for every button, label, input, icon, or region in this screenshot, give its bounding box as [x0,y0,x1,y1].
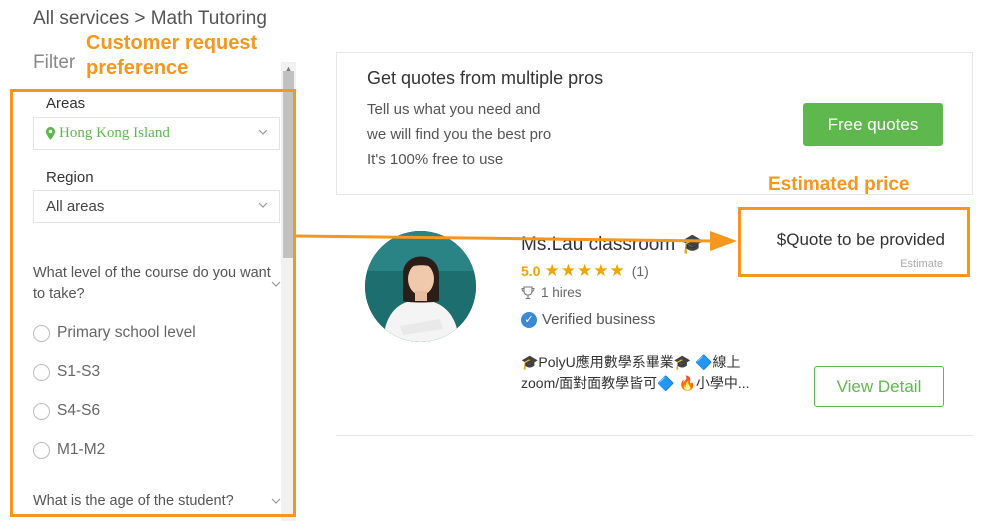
price-value: $Quote to be provided [776,230,945,249]
star-icon: ★ [544,261,560,280]
option-label: Primary school level [57,324,196,341]
option-s4-s6[interactable]: S4-S6 [33,400,100,422]
quotes-title: Get quotes from multiple pros [367,68,604,88]
star-icon: ★ [560,261,576,280]
annotation-line: Customer request [86,32,258,54]
verified-label: Verified business [542,311,656,328]
rating-value: 5.0 [521,263,541,279]
areas-label: Areas [46,95,86,112]
star-icon: ★ [576,261,593,280]
areas-select[interactable]: Hong Kong Island [33,117,280,150]
chevron-down-icon [258,129,268,135]
scrollbar-thumb[interactable] [283,71,294,258]
quotes-line: Tell us what you need and [367,101,541,118]
star-icon: ★ [593,261,609,280]
region-value: All areas [46,198,105,215]
hires-row: 1 hires [521,285,582,300]
option-primary-school[interactable]: Primary school level [33,322,196,344]
rating-row: 5.0 ★ ★ ★ ★ ★ (1) [521,261,649,281]
radio-button[interactable] [33,441,50,459]
annotation-customer-request: Customer request preference [86,31,257,81]
sidebar-scrollbar[interactable]: ▲ [281,62,296,521]
filter-title: Filter [33,52,76,73]
location-pin-icon [46,127,55,140]
trophy-icon [521,285,535,299]
quotes-line: It's 100% free to use [367,151,504,168]
quotes-line: we will find you the best pro [367,126,552,143]
free-quotes-button[interactable]: Free quotes [803,103,943,146]
divider [336,435,973,436]
verified-check-icon: ✓ [521,311,537,328]
option-label: S1-S3 [57,363,101,380]
chevron-down-icon[interactable] [270,495,282,507]
region-select[interactable]: All areas [33,190,280,223]
chevron-down-icon [258,202,268,208]
radio-button[interactable] [33,402,50,420]
price-box: $Quote to be provided Estimate [738,207,970,277]
star-icon: ★ [609,261,625,280]
areas-value: Hong Kong Island [59,125,170,141]
radio-button[interactable] [33,324,50,342]
pro-name[interactable]: Ms.Lau classroom 🎓 [521,232,704,256]
chevron-down-icon[interactable] [270,278,282,290]
region-label: Region [46,169,94,186]
annotation-estimated-price: Estimated price [768,174,910,195]
hires-count: 1 hires [541,285,582,300]
breadcrumb[interactable]: All services > Math Tutoring [33,8,267,30]
annotation-line: preference [86,57,189,79]
pro-description: 🎓PolyU應用數學系畢業🎓 🔷線上zoom/面對面教學皆可🔷 🔥小學中... [521,354,750,391]
price-estimate-label: Estimate [900,258,943,270]
student-age-question[interactable]: What is the age of the student? [33,491,234,512]
portrait-image [365,231,476,342]
radio-button[interactable] [33,363,50,381]
option-label: M1-M2 [57,441,106,458]
view-detail-button[interactable]: View Detail [814,366,944,407]
option-m1-m2[interactable]: M1-M2 [33,439,105,461]
verified-row: ✓ Verified business [521,311,655,328]
course-level-question[interactable]: What level of the course do you want to … [33,263,273,305]
option-s1-s3[interactable]: S1-S3 [33,361,100,383]
review-count[interactable]: (1) [632,263,649,279]
pro-avatar[interactable] [365,231,476,342]
option-label: S4-S6 [57,402,101,419]
